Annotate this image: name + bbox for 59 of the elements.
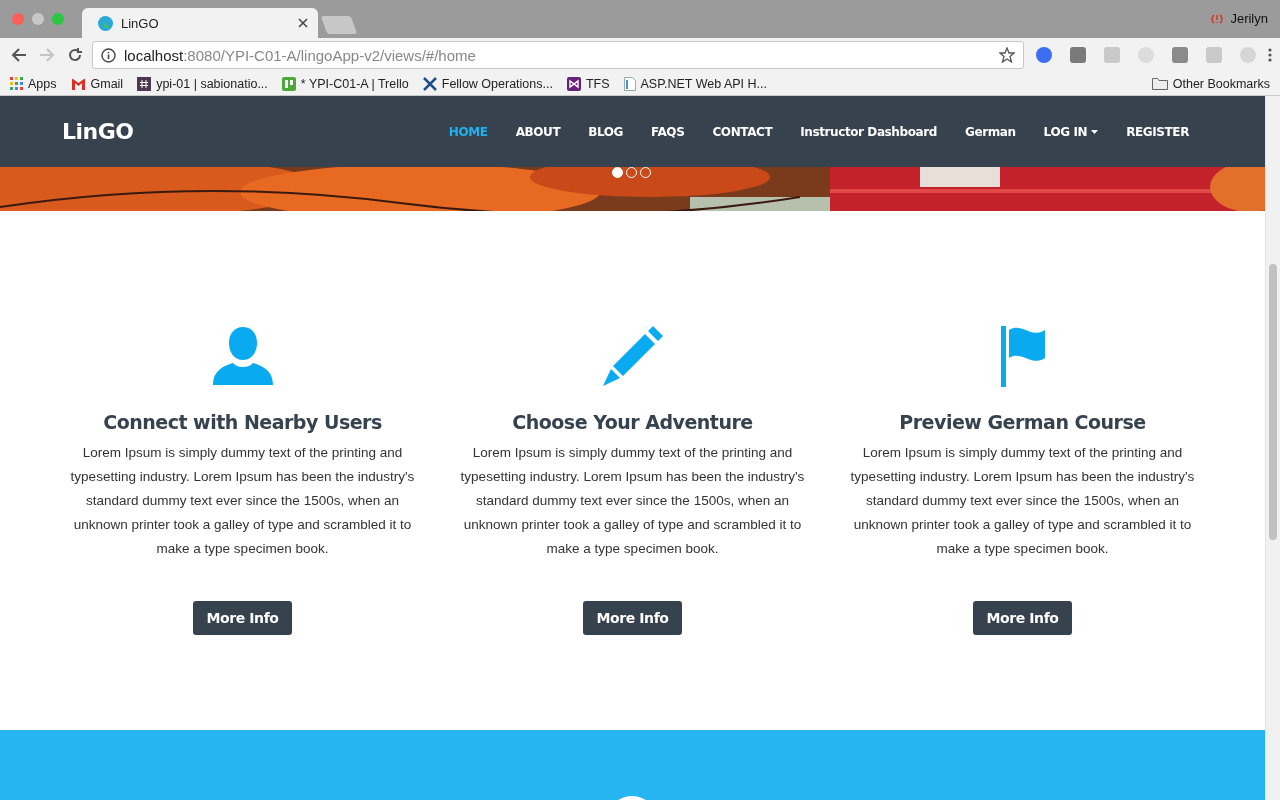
folder-icon [1151, 77, 1168, 90]
forward-arrow-icon [39, 47, 55, 63]
back-arrow-icon [11, 47, 27, 63]
url-text: localhost:8080/YPI-C01-A/lingoApp-v2/views/#/home [124, 46, 476, 64]
feature-title: Preview German Course [899, 411, 1146, 433]
nav-link[interactable]: CONTACT [712, 124, 773, 139]
reload-icon [67, 47, 83, 63]
nav-link[interactable]: REGISTER [1126, 124, 1189, 139]
hash-icon [137, 76, 152, 91]
extension-icon[interactable] [1036, 47, 1052, 63]
pencil-icon [601, 325, 664, 387]
browser-tab[interactable]: LinGO [82, 8, 318, 38]
address-field[interactable]: localhost:8080/YPI-C01-A/lingoApp-v2/views/#/home [92, 41, 1024, 69]
feature-text: Lorem Ipsum is simply dummy text of the printing and typesetting industry. Lorem Ipsum has been the industry's standard dummy text ever since the 1500s, when an unknown printer took a galley of type and scrambled it to make a type specimen book. [459, 444, 806, 558]
globe-icon [98, 15, 113, 31]
extension-icon[interactable] [1070, 47, 1086, 63]
feature-text: Lorem Ipsum is simply dummy text of the printing and typesetting industry. Lorem Ipsum has been the industry's standard dummy text ever since the 1500s, when an unknown printer took a galley of type and scrambled it to make a type specimen book. [69, 444, 416, 558]
bookmark-link[interactable]: Apps [10, 76, 57, 91]
nav-link[interactable]: German [964, 124, 1016, 139]
crossed-tools-icon [422, 76, 437, 91]
tab-title: LinGO [121, 15, 160, 31]
bookmark-label: Other Bookmarks [1172, 76, 1270, 91]
bookmark-link[interactable]: TFS [566, 76, 610, 91]
site-logo[interactable]: LinGO [62, 119, 134, 144]
infinity-logo-icon [566, 76, 581, 91]
nav-link[interactable]: HOME [448, 124, 488, 139]
more-info-button[interactable]: More Info [973, 601, 1072, 635]
board-icon [281, 76, 296, 91]
nav-link[interactable]: LOG IN [1043, 124, 1099, 139]
bookmark-folder[interactable]: Other Bookmarks [1151, 76, 1270, 91]
window-close-button[interactable] [12, 13, 24, 25]
menu-icon[interactable] [1268, 48, 1272, 62]
bookmark-link[interactable]: Gmail [70, 76, 124, 91]
user-icon [211, 325, 274, 387]
nav-link[interactable]: BLOG [588, 124, 624, 139]
envelope-icon [70, 77, 86, 90]
nav-link[interactable]: ABOUT [515, 124, 561, 139]
close-icon[interactable] [298, 18, 308, 28]
info-icon [101, 47, 116, 63]
caret-icon [1091, 129, 1099, 134]
window-minimize-button[interactable] [32, 13, 44, 25]
carousel-dot[interactable] [612, 167, 623, 178]
feature-title: Choose Your Adventure [512, 411, 753, 433]
bookmark-label: TFS [585, 76, 610, 91]
feature-text: Lorem Ipsum is simply dummy text of the printing and typesetting industry. Lorem Ipsum has been the industry's standard dummy text ever since the 1500s, when an unknown printer took a galley of type and scrambled it to make a type specimen book. [849, 444, 1196, 558]
bookmark-label: Gmail [90, 76, 124, 91]
profile-name[interactable]: Jerilyn [1230, 11, 1268, 26]
sync-error-icon [1210, 12, 1225, 25]
star-icon[interactable] [999, 47, 1015, 63]
more-info-button[interactable]: More Info [583, 601, 682, 635]
more-info-button[interactable]: More Info [193, 601, 292, 635]
new-tab-button[interactable] [320, 16, 358, 34]
nav-link[interactable]: Instructor Dashboard [800, 124, 937, 139]
apps-grid-icon [10, 77, 23, 90]
feature-title: Connect with Nearby Users [103, 411, 382, 433]
document-icon [623, 76, 636, 91]
nav-link[interactable]: FAQS [651, 124, 685, 139]
bookmark-label: Apps [28, 76, 57, 91]
window-zoom-button[interactable] [52, 13, 64, 25]
